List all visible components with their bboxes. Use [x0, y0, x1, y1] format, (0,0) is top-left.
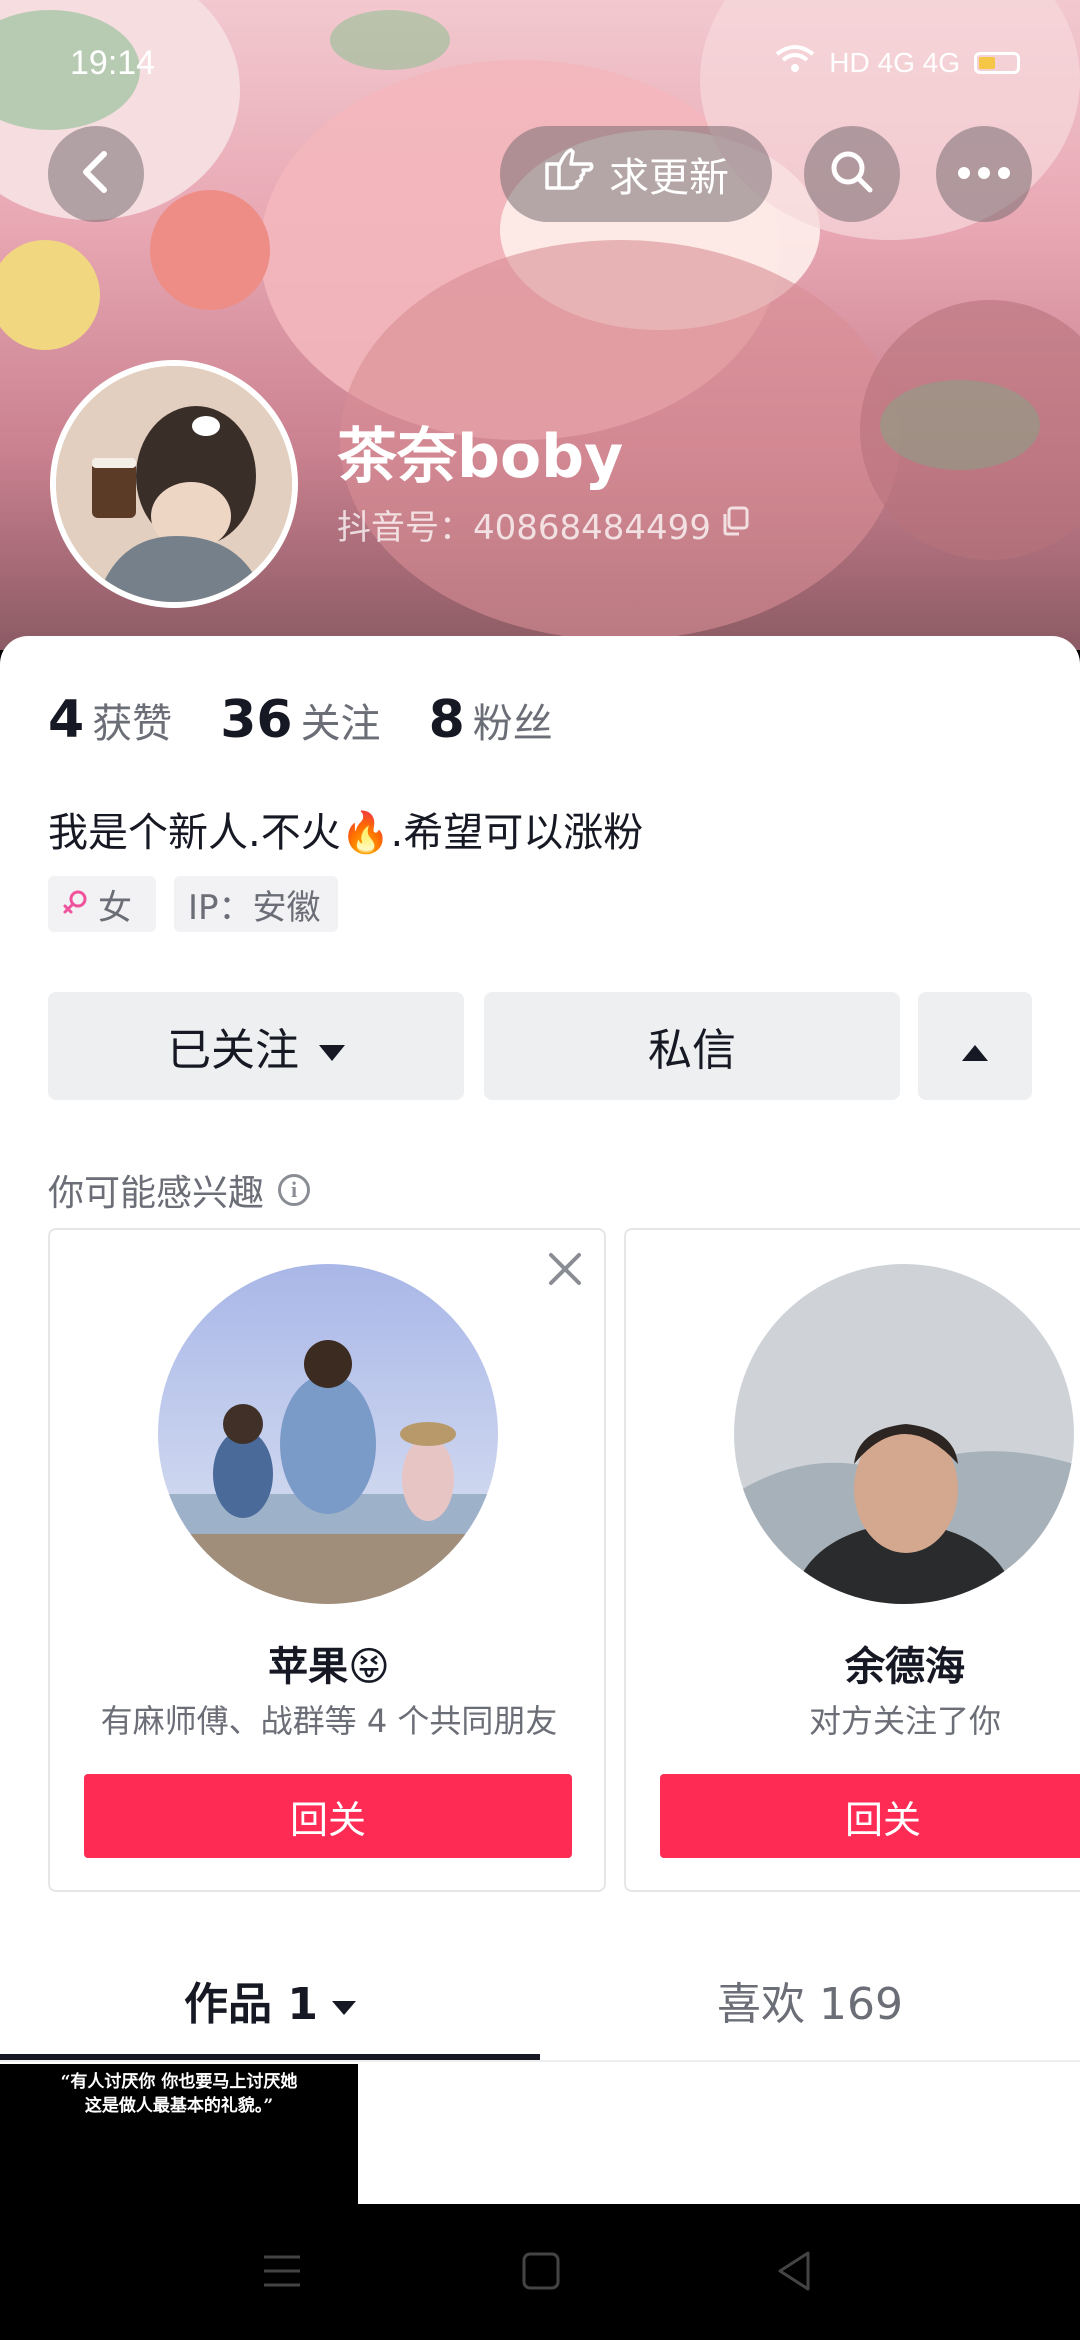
recommend-subtitle: 对方关注了你	[808, 1702, 1001, 1740]
following-label: 已关注	[167, 1025, 299, 1076]
recommend-title-text: 你可能感兴趣	[48, 1173, 265, 1214]
collapse-recommend-button[interactable]	[918, 992, 1032, 1100]
request-update-label: 求更新	[609, 155, 729, 201]
wifi-icon	[775, 44, 815, 81]
recommend-card[interactable]: 余德海 对方关注了你 回关	[624, 1228, 1080, 1892]
stat-value: 36	[220, 690, 293, 750]
gender-label: 女	[98, 887, 132, 928]
caret-up-icon	[962, 1021, 988, 1072]
douyin-id-text: 抖音号：40868484499	[337, 508, 711, 548]
tab-likes[interactable]: 喜欢 169	[540, 1940, 1080, 2060]
status-time: 19:14	[70, 44, 156, 82]
video-caption-line: 这是做人最基本的礼貌。”	[84, 2096, 274, 2116]
profile-stats: 4 获赞 36 关注 8 粉丝	[48, 690, 553, 750]
network-label: HD 4G 4G	[829, 46, 960, 78]
stat-value: 4	[48, 690, 85, 750]
stat-following[interactable]: 36 关注	[220, 690, 380, 750]
stat-value: 8	[428, 690, 465, 750]
back-button[interactable]	[48, 126, 144, 222]
battery-icon	[974, 51, 1020, 74]
profile-avatar[interactable]	[50, 360, 298, 608]
follow-back-button[interactable]: 回关	[84, 1774, 572, 1858]
stat-likes[interactable]: 4 获赞	[48, 690, 172, 750]
recommend-subtitle: 有麻师傅、战群等 4 个共同朋友	[100, 1702, 558, 1740]
copy-icon[interactable]	[721, 505, 749, 545]
female-icon	[62, 884, 88, 924]
search-icon	[828, 148, 876, 200]
recommend-name[interactable]: 余德海	[626, 1634, 1080, 1692]
search-button[interactable]	[804, 126, 900, 222]
menu-icon[interactable]	[262, 2254, 302, 2292]
close-icon[interactable]	[548, 1252, 582, 1290]
recommend-name[interactable]: 苹果😝	[50, 1634, 608, 1692]
caret-down-icon	[319, 1021, 345, 1072]
caret-down-icon	[331, 1975, 356, 2026]
profile-name: 茶奈boby	[337, 422, 624, 492]
stat-followers[interactable]: 8 粉丝	[429, 690, 553, 750]
recommend-avatar[interactable]	[158, 1264, 498, 1604]
follow-back-button[interactable]: 回关	[660, 1774, 1080, 1858]
more-button[interactable]	[936, 126, 1032, 222]
following-button[interactable]: 已关注	[48, 992, 464, 1100]
profile-bio: 我是个新人.不火🔥.希望可以涨粉	[48, 810, 644, 856]
recommend-card[interactable]: 苹果😝 有麻师傅、战群等 4 个共同朋友 回关	[48, 1228, 606, 1892]
recommend-avatar[interactable]	[734, 1264, 1074, 1604]
douyin-id[interactable]: 抖音号：40868484499	[337, 500, 749, 549]
video-caption-line: “有人讨厌你 你也要马上讨厌她	[60, 2072, 298, 2092]
tab-divider	[0, 2060, 1080, 2062]
back-nav-icon[interactable]	[776, 2250, 812, 2296]
tab-works[interactable]: 作品 1	[0, 1940, 540, 2060]
system-nav-bar	[0, 2204, 1080, 2340]
message-button[interactable]: 私信	[484, 992, 900, 1100]
stat-label: 关注	[300, 701, 381, 747]
request-update-button[interactable]: 求更新	[500, 126, 772, 222]
recommend-title: 你可能感兴趣 i	[48, 1164, 311, 1216]
ip-tag: IP：安徽	[174, 876, 338, 932]
content-tabs: 作品 1 喜欢 169	[0, 1940, 1080, 2060]
battery-level	[979, 56, 995, 69]
hand-point-icon	[543, 146, 595, 202]
more-dots-icon	[957, 165, 1011, 184]
status-icons: HD 4G 4G	[775, 44, 1020, 81]
stat-label: 粉丝	[472, 701, 553, 747]
home-icon[interactable]	[522, 2252, 560, 2294]
tab-works-label: 作品 1	[184, 1979, 318, 2030]
chevron-left-icon	[76, 148, 116, 200]
info-icon[interactable]: i	[278, 1174, 311, 1206]
video-caption: “有人讨厌你 你也要马上讨厌她 这是做人最基本的礼貌。”	[0, 2064, 358, 2118]
stat-label: 获赞	[92, 701, 173, 747]
gender-tag: 女	[48, 876, 156, 932]
